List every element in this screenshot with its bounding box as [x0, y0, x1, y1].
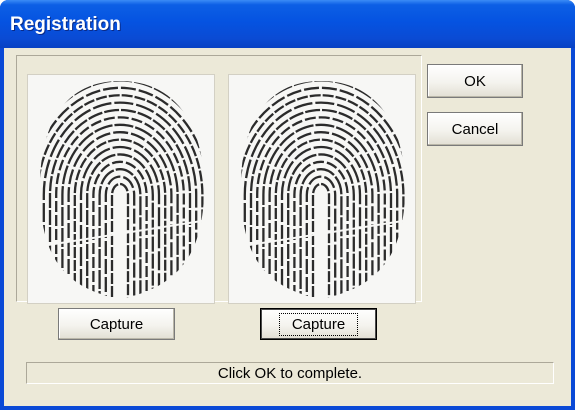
cancel-button-label: Cancel: [451, 120, 499, 138]
status-text: Click OK to complete.: [217, 364, 363, 382]
registration-window: Registration OK Cancel Capture Capture C…: [0, 0, 575, 410]
window-frame-bottom: [0, 406, 575, 410]
capture-left-button[interactable]: Capture: [58, 308, 175, 340]
capture-right-button[interactable]: Capture: [260, 308, 377, 340]
window-frame-right: [571, 48, 575, 410]
ok-button[interactable]: OK: [427, 64, 523, 98]
capture-right-button-label: Capture: [278, 312, 359, 336]
dialog-client-area: OK Cancel Capture Capture Click OK to co…: [4, 48, 571, 406]
fingerprint-icon: [28, 75, 214, 303]
fingerprint-image-right: [228, 74, 416, 304]
fingerprint-group: [16, 55, 422, 304]
window-title: Registration: [10, 14, 121, 35]
ok-button-label: OK: [464, 72, 486, 90]
title-bar[interactable]: Registration: [0, 0, 575, 48]
fingerprint-image-left: [27, 74, 215, 304]
capture-left-button-label: Capture: [89, 315, 144, 333]
status-bar: Click OK to complete.: [26, 362, 554, 384]
cancel-button[interactable]: Cancel: [427, 112, 523, 146]
fingerprint-icon: [229, 75, 415, 303]
